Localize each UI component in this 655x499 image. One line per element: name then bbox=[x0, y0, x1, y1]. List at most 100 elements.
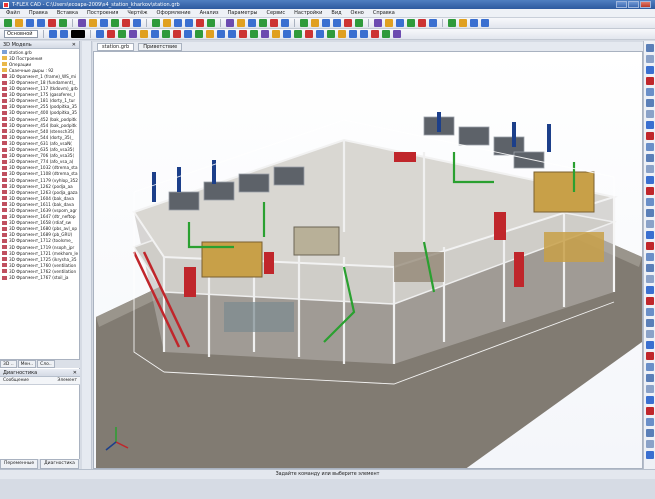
tab-layers[interactable]: Сло.. bbox=[37, 360, 55, 368]
close-button[interactable] bbox=[640, 1, 651, 8]
redo-icon[interactable] bbox=[283, 30, 291, 38]
section-icon[interactable] bbox=[645, 154, 654, 162]
menu-service[interactable]: Сервис bbox=[266, 10, 285, 16]
copy-icon[interactable] bbox=[382, 30, 390, 38]
menu-window[interactable]: Окно bbox=[351, 10, 364, 16]
pan-icon[interactable] bbox=[645, 374, 654, 382]
view-front-icon[interactable] bbox=[645, 253, 654, 261]
view-front-icon[interactable] bbox=[645, 99, 654, 107]
paste-icon[interactable] bbox=[226, 19, 234, 27]
model-tree[interactable]: station.grb 3D Построения Операции Сваечны… bbox=[0, 49, 80, 311]
tree-item[interactable]: 3D Фрагмент_175 (gasoferes_l bbox=[0, 92, 80, 98]
view-top-icon[interactable] bbox=[645, 418, 654, 426]
tree-item[interactable]: 3D Фрагмент_18 (fundament)_ bbox=[0, 79, 80, 85]
delete-icon[interactable] bbox=[305, 30, 313, 38]
zoom-in-icon[interactable] bbox=[645, 44, 654, 52]
new-file-icon[interactable] bbox=[311, 19, 319, 27]
open-icon[interactable] bbox=[470, 19, 478, 27]
properties-icon[interactable] bbox=[316, 30, 324, 38]
undo-icon[interactable] bbox=[49, 30, 57, 38]
check-icon[interactable] bbox=[195, 30, 203, 38]
paste-icon[interactable] bbox=[393, 30, 401, 38]
tree-item[interactable]: 3D Фрагмент_1762 (ventilation bbox=[0, 268, 80, 274]
menu-file[interactable]: Файл bbox=[6, 10, 20, 16]
section-icon[interactable] bbox=[645, 308, 654, 316]
paste-icon[interactable] bbox=[261, 30, 269, 38]
shade-icon[interactable] bbox=[645, 440, 654, 448]
save-icon[interactable] bbox=[481, 19, 489, 27]
delete-icon[interactable] bbox=[270, 19, 278, 27]
tab-menu[interactable]: Мен.. bbox=[17, 360, 37, 368]
properties-icon[interactable] bbox=[133, 19, 141, 27]
fit-icon[interactable] bbox=[645, 88, 654, 96]
check-icon[interactable] bbox=[327, 30, 335, 38]
paste-icon[interactable] bbox=[78, 19, 86, 27]
cut-icon[interactable] bbox=[371, 30, 379, 38]
rotate-icon[interactable] bbox=[645, 385, 654, 393]
menu-construct[interactable]: Построения bbox=[87, 10, 118, 16]
properties-icon[interactable] bbox=[184, 30, 192, 38]
tree-item[interactable]: 3D Фрагмент_1179 (vyhlop_352 bbox=[0, 177, 80, 183]
view-top-icon[interactable] bbox=[645, 110, 654, 118]
undo-icon[interactable] bbox=[385, 19, 393, 27]
zoom-icon[interactable] bbox=[111, 19, 119, 27]
save-icon[interactable] bbox=[228, 30, 236, 38]
copy-icon[interactable] bbox=[118, 30, 126, 38]
shade-icon[interactable] bbox=[645, 132, 654, 140]
new-file-icon[interactable] bbox=[338, 30, 346, 38]
zoom-icon[interactable] bbox=[162, 30, 170, 38]
menu-edit[interactable]: Правка bbox=[29, 10, 48, 16]
fit-icon[interactable] bbox=[645, 396, 654, 404]
undo-icon[interactable] bbox=[272, 30, 280, 38]
delete-icon[interactable] bbox=[418, 19, 426, 27]
tree-item[interactable]: 3D Фрагмент_1647 (dtr_neftop bbox=[0, 214, 80, 220]
fit-icon[interactable] bbox=[645, 242, 654, 250]
tree-item[interactable]: 3D Фрагмент_1712 (toolsme_ bbox=[0, 238, 80, 244]
check-icon[interactable] bbox=[300, 19, 308, 27]
cut-icon[interactable] bbox=[344, 19, 352, 27]
tree-item[interactable]: 3D Фрагмент_117 (tkdovm)_grb bbox=[0, 86, 80, 92]
menu-formatting[interactable]: Оформление bbox=[157, 10, 191, 16]
new-file-icon[interactable] bbox=[15, 19, 23, 27]
delete-icon[interactable] bbox=[173, 30, 181, 38]
properties-icon[interactable] bbox=[281, 19, 289, 27]
tab-variables[interactable]: Переменные bbox=[0, 459, 39, 469]
menu-parameters[interactable]: Параметры bbox=[228, 10, 258, 16]
tree-item[interactable]: 3D Фрагмент_454 (bak_podpitk bbox=[0, 122, 80, 128]
color-swatch[interactable] bbox=[71, 30, 85, 38]
save-icon[interactable] bbox=[360, 30, 368, 38]
tree-item[interactable]: 3D Фрагмент_1611 (bak_dava bbox=[0, 201, 80, 207]
tree-item[interactable]: 3D Фрагмент_1639 (vspom_agr bbox=[0, 207, 80, 213]
paste-icon[interactable] bbox=[374, 19, 382, 27]
zoom-icon[interactable] bbox=[407, 19, 415, 27]
tree-item[interactable]: 3D Фрагмент_400 (podpitka_35 bbox=[0, 110, 80, 116]
tree-item[interactable]: 3D Фрагмент_1604 (bak_dava bbox=[0, 195, 80, 201]
camera-icon[interactable] bbox=[645, 176, 654, 184]
tree-item[interactable]: 3D Фрагмент_635 (afo_vsa35( bbox=[0, 147, 80, 153]
open-icon[interactable] bbox=[174, 19, 182, 27]
tree-item[interactable]: 3D Фрагмент_1262 (podja_aa bbox=[0, 183, 80, 189]
zoom-out-icon[interactable] bbox=[645, 363, 654, 371]
zoom-icon[interactable] bbox=[294, 30, 302, 38]
rotate-icon[interactable] bbox=[645, 77, 654, 85]
tree-item[interactable]: 3D Фрагмент_774 (afo_vsa_a( bbox=[0, 159, 80, 165]
light-icon[interactable] bbox=[645, 165, 654, 173]
shade-icon[interactable] bbox=[645, 286, 654, 294]
properties-icon[interactable] bbox=[429, 19, 437, 27]
check-icon[interactable] bbox=[448, 19, 456, 27]
tab-3d-model[interactable]: 3D .. bbox=[0, 360, 17, 368]
tree-item[interactable]: 3D Фрагмент_1719 (nsoph_jpr bbox=[0, 244, 80, 250]
copy-icon[interactable] bbox=[207, 19, 215, 27]
open-icon[interactable] bbox=[349, 30, 357, 38]
cut-icon[interactable] bbox=[239, 30, 247, 38]
maximize-button[interactable] bbox=[628, 1, 639, 8]
cut-icon[interactable] bbox=[196, 19, 204, 27]
3d-viewport[interactable] bbox=[93, 51, 643, 469]
view-iso-icon[interactable] bbox=[645, 121, 654, 129]
tree-item[interactable]: 3D Фрагмент_1689 (pb_GRU) bbox=[0, 232, 80, 238]
tree-item[interactable]: 3D Фрагмент_1721 (mekhom_le bbox=[0, 250, 80, 256]
tab-diagnostics[interactable]: Диагностика bbox=[40, 459, 79, 469]
measure-icon[interactable] bbox=[645, 187, 654, 195]
wire-icon[interactable] bbox=[645, 143, 654, 151]
redo-icon[interactable] bbox=[396, 19, 404, 27]
